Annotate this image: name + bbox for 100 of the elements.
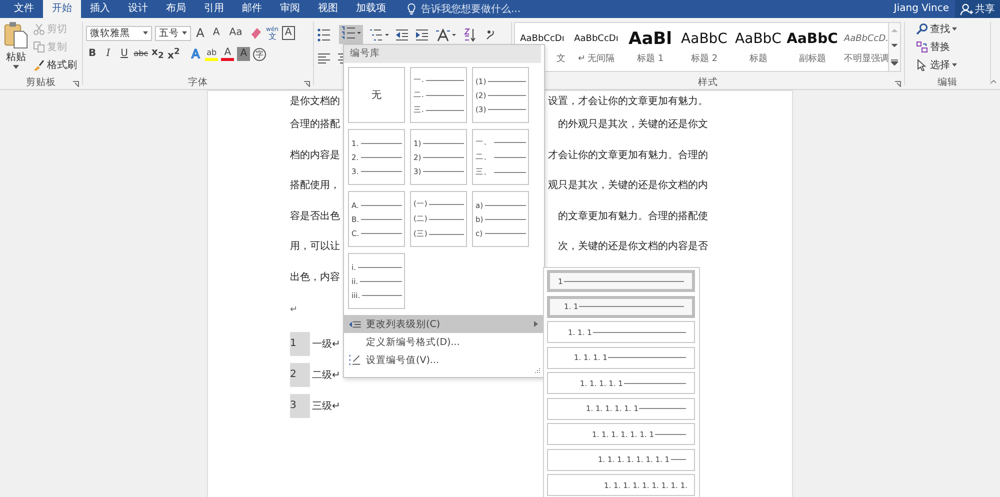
underline-button[interactable]: U <box>118 47 131 61</box>
style-item[interactable]: AaBl 标题 1 <box>623 23 678 71</box>
character-border-button[interactable]: A <box>282 26 295 40</box>
asian-layout-icon[interactable] <box>434 28 456 42</box>
paragraph-mark: ↵ <box>578 54 586 64</box>
list-number: 2 <box>290 362 310 386</box>
style-item[interactable]: AaBbC 标题 <box>731 23 786 71</box>
ribbon-tab[interactable]: 加载项 <box>347 0 395 18</box>
sort-icon[interactable] <box>462 28 476 42</box>
paragraph-text: 容是否出色 <box>290 210 340 223</box>
list-item-text: 三级↵ <box>312 400 340 412</box>
bold-button[interactable]: B <box>86 47 99 61</box>
style-preview: AaBl <box>628 30 672 48</box>
highlight-button[interactable]: ab <box>205 47 218 61</box>
tell-me-field[interactable]: 告诉我您想要做什么... <box>407 0 533 18</box>
style-item[interactable]: AaBbCcD. 不明显强调 <box>839 23 888 71</box>
font-color-button[interactable]: A <box>221 47 234 61</box>
dialog-launcher-icon[interactable] <box>895 81 902 87</box>
paragraph-mark: ↵ <box>290 305 298 315</box>
dialog-launcher-icon[interactable] <box>304 81 310 87</box>
caret-icon <box>952 27 957 31</box>
bullets-icon[interactable] <box>316 28 332 42</box>
lightbulb-icon <box>407 3 416 15</box>
share-button[interactable]: 共享 <box>955 0 1000 18</box>
font-size-field[interactable]: 五号 <box>154 26 191 40</box>
menu-item[interactable]: 更改列表级别(C) <box>344 315 544 333</box>
caret-icon <box>13 65 19 69</box>
ribbon-tab[interactable]: 布局 <box>157 0 195 18</box>
font-name-field[interactable]: 微软雅黑 <box>86 26 152 40</box>
paragraph-text: 档的内容是 <box>290 148 340 162</box>
caret-icon <box>182 31 187 35</box>
replace-icon <box>916 41 928 53</box>
ribbon-tab[interactable]: 邮件 <box>233 0 271 18</box>
menu-item[interactable]: 定义新编号格式(D)... <box>344 333 544 351</box>
style-preview: AaBbC <box>786 30 838 48</box>
submenu-arrow-icon <box>534 321 538 327</box>
paragraph-text: 出色，内容 <box>290 270 340 284</box>
format-painter-button[interactable]: 格式刷 <box>33 57 77 73</box>
dialog-launcher-icon[interactable] <box>73 81 79 87</box>
paragraph-text: 用，可以让 <box>290 240 340 254</box>
ribbon-tab[interactable]: 开始 <box>43 0 81 18</box>
style-name: 标题 2 <box>690 52 718 64</box>
ribbon-tab[interactable]: 视图 <box>309 0 347 18</box>
style-name: 标题 <box>749 52 768 64</box>
ribbon-tab[interactable]: 设计 <box>119 0 157 18</box>
decrease-indent-icon[interactable] <box>394 28 408 42</box>
style-name: 副标题 <box>798 52 826 64</box>
script-button[interactable]: x$_{2}$ <box>151 46 164 62</box>
paragraph-text: 设置，才会让你的文章更加有魅力。 <box>548 94 708 108</box>
clipboard-icon <box>4 21 28 49</box>
more-styles-icon[interactable] <box>891 58 898 66</box>
style-preview: AaBbC <box>681 30 728 48</box>
shrink-font-button[interactable]: A <box>210 26 223 40</box>
paragraph-text: 观只是其次，关键的还是你文档的内 <box>548 178 708 192</box>
align-left-icon[interactable] <box>316 52 330 66</box>
user-name[interactable]: Jiang Vince <box>894 0 955 18</box>
style-preview: AaBbCcDı <box>520 32 564 46</box>
enclose-characters-button[interactable]: 字 <box>253 48 266 60</box>
menu-header: 编号库 <box>344 45 541 63</box>
grow-font-button[interactable]: A <box>194 26 207 40</box>
ribbon-tab[interactable]: 引用 <box>195 0 233 18</box>
list-number: 3 <box>290 394 310 418</box>
group-label: 剪贴板 <box>26 76 56 88</box>
style-preview: AaBbCcD. <box>844 32 888 46</box>
paste-button[interactable]: 粘贴 <box>3 21 29 75</box>
find-button[interactable]: 查找 <box>916 21 987 37</box>
script-button[interactable]: x$^{2}$ <box>167 44 180 64</box>
style-preview: AaBbCcDı <box>574 32 618 46</box>
copy-icon <box>33 41 45 53</box>
multilevel-list-icon[interactable] <box>368 28 388 42</box>
increase-indent-icon[interactable] <box>414 28 428 42</box>
character-shading-button[interactable]: A <box>237 47 250 61</box>
change-case-button[interactable]: Aa <box>226 26 246 40</box>
italic-button[interactable]: I <box>102 47 115 61</box>
strikethrough-button[interactable]: abc <box>134 47 148 61</box>
paragraph-text: 的外观只是其次，关键的还是你文 <box>558 118 708 132</box>
ribbon-tab[interactable]: 审阅 <box>271 0 309 18</box>
scroll-down-icon[interactable] <box>891 43 898 48</box>
menu-item[interactable]: 设置编号值(V)... <box>344 351 544 369</box>
style-item[interactable]: AaBbC 副标题 <box>785 23 840 71</box>
style-item[interactable]: AaBbC 标题 2 <box>677 23 732 71</box>
group-label: 编辑 <box>938 76 958 88</box>
gallery-scrollbar[interactable] <box>889 22 902 72</box>
paintbrush-icon <box>33 59 45 71</box>
ribbon-tab[interactable]: 插入 <box>81 0 119 18</box>
eraser-icon[interactable] <box>248 26 263 40</box>
paragraph-text: 才会让你的文章更加有魅力。合理的 <box>548 148 708 162</box>
paragraph-text: 是你文档的 <box>290 94 340 108</box>
select-button[interactable]: 选择 <box>916 57 987 73</box>
style-item[interactable]: AaBbCcDı ↵ 无间隔 <box>569 23 624 71</box>
set-value-icon <box>349 354 361 366</box>
numbering-button[interactable] <box>338 25 362 44</box>
style-preview: AaBbC <box>735 30 782 48</box>
ribbon-tab[interactable]: 文件 <box>5 0 43 18</box>
list-number: 1 <box>290 332 310 356</box>
replace-button[interactable]: 替换 <box>916 39 987 55</box>
paragraph-text: 合理的搭配 <box>290 118 340 132</box>
group-label: 样式 <box>698 76 718 88</box>
numbering-format-tile[interactable]: 无 <box>348 67 405 123</box>
collapse-ribbon-icon[interactable] <box>990 79 996 84</box>
